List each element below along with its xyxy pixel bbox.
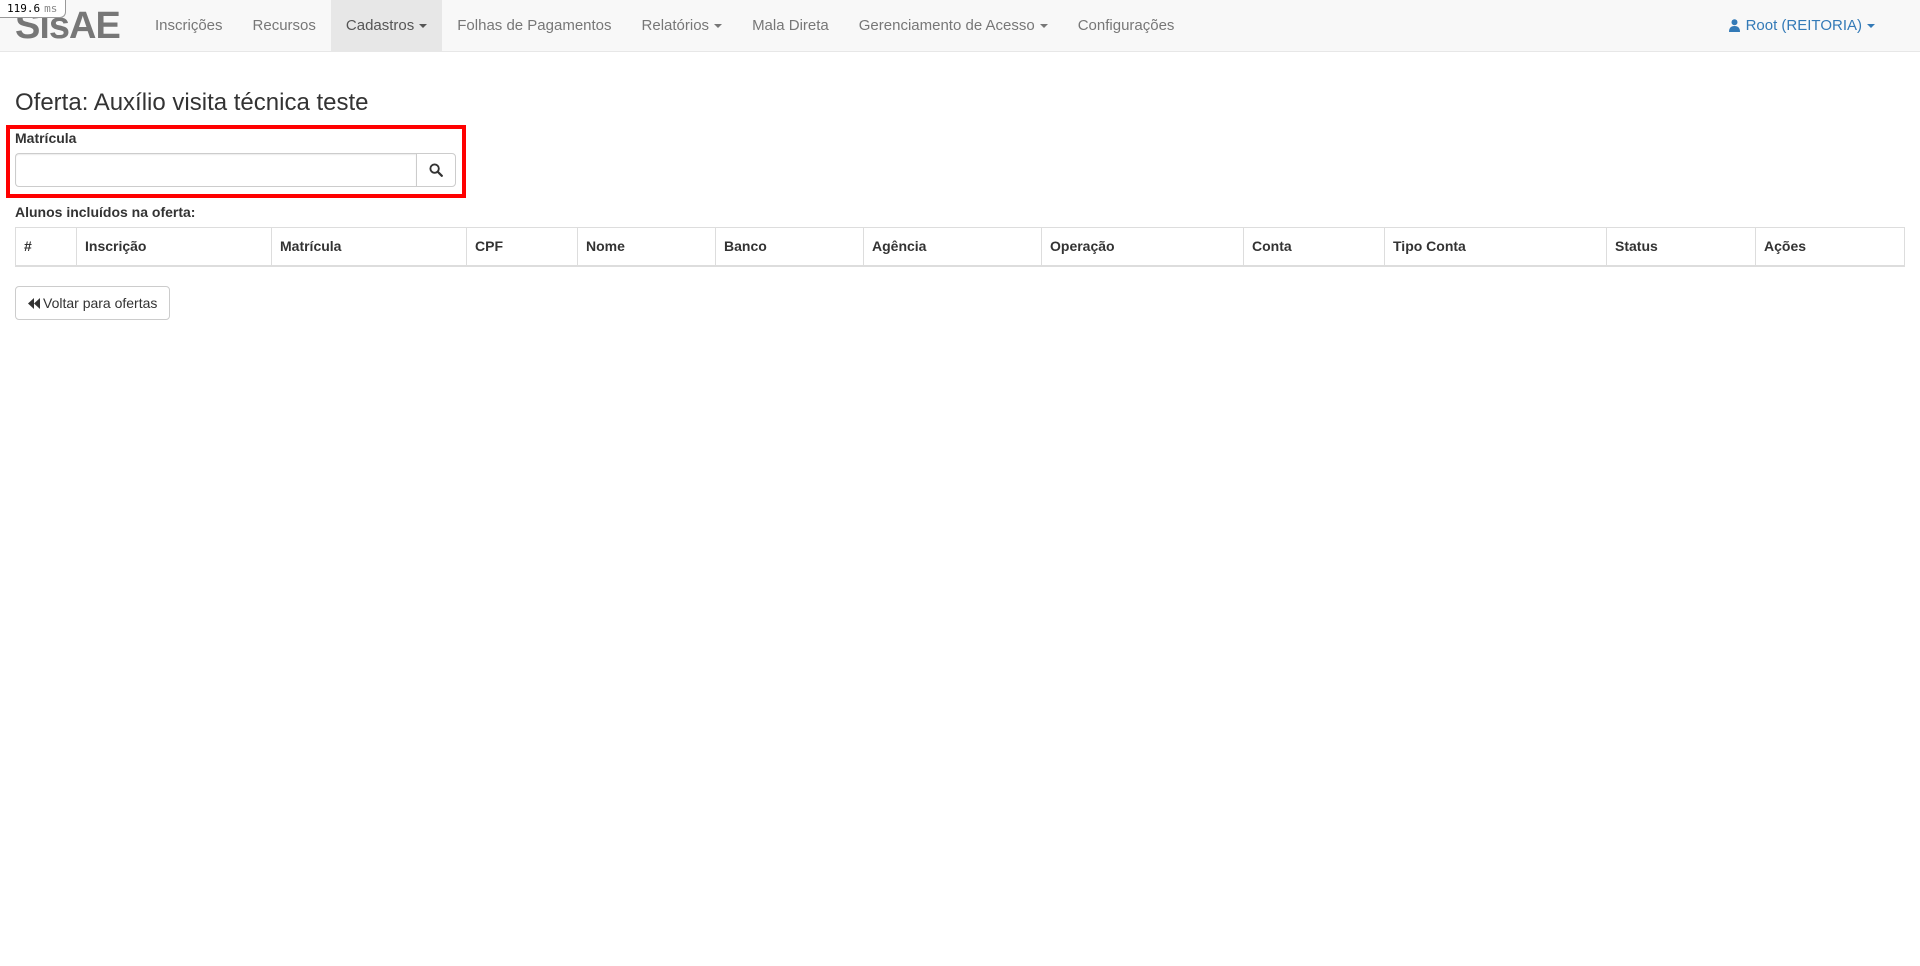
- nav-item-label: Gerenciamento de Acesso: [858, 17, 1035, 34]
- students-table: # Inscrição Matrícula CPF Nome Banco Agê…: [15, 227, 1905, 267]
- nav-item-inscricoes[interactable]: Inscrições: [140, 0, 238, 52]
- user-menu-label: Root (REITORIA): [1745, 17, 1862, 34]
- column-header-operacao[interactable]: Operação: [1041, 227, 1244, 267]
- nav-item-recursos[interactable]: Recursos: [238, 0, 331, 52]
- nav-item-mala-direta[interactable]: Mala Direta: [737, 0, 844, 52]
- table-caption: Alunos incluídos na oferta:: [15, 204, 196, 220]
- column-header-cpf[interactable]: CPF: [466, 227, 578, 267]
- column-header-status[interactable]: Status: [1606, 227, 1756, 267]
- column-header-matricula[interactable]: Matrícula: [271, 227, 467, 267]
- column-header-nome[interactable]: Nome: [577, 227, 716, 267]
- user-icon: [1728, 19, 1740, 32]
- search-button[interactable]: [416, 153, 456, 187]
- back-button-label: Voltar para ofertas: [43, 295, 158, 311]
- nav-item-label: Cadastros: [345, 17, 415, 34]
- nav-item-label: Relatórios: [641, 17, 710, 34]
- performance-unit: ms: [44, 2, 58, 15]
- column-header-number[interactable]: #: [15, 227, 77, 267]
- nav-item-label: Folhas de Pagamentos: [457, 17, 612, 34]
- main-nav: Inscrições Recursos Cadastros Folhas de …: [140, 0, 1189, 52]
- nav-item-label: Inscrições: [155, 17, 223, 34]
- nav-item-gerenciamento-de-acesso[interactable]: Gerenciamento de Acesso: [844, 0, 1063, 52]
- column-header-conta[interactable]: Conta: [1243, 227, 1385, 267]
- user-menu[interactable]: Root (REITORIA): [1728, 0, 1875, 52]
- performance-value: 119.6: [7, 2, 41, 15]
- nav-item-folhas-de-pagamentos[interactable]: Folhas de Pagamentos: [442, 0, 626, 52]
- column-header-agencia[interactable]: Agência: [863, 227, 1042, 267]
- page-title: Oferta: Auxílio visita técnica teste: [15, 89, 369, 116]
- column-header-inscricao[interactable]: Inscrição: [76, 227, 272, 267]
- nav-item-label: Recursos: [252, 17, 316, 34]
- matricula-input-group: [15, 153, 456, 187]
- caret-down-icon: [419, 24, 428, 29]
- caret-down-icon: [1039, 24, 1048, 29]
- matricula-input[interactable]: [15, 153, 416, 187]
- top-navbar: SisAE Inscrições Recursos Cadastros Folh…: [0, 0, 1920, 52]
- table-header-row: # Inscrição Matrícula CPF Nome Banco Agê…: [15, 227, 1905, 267]
- back-to-offers-button[interactable]: Voltar para ofertas: [15, 286, 171, 320]
- column-header-banco[interactable]: Banco: [715, 227, 864, 267]
- nav-item-configuracoes[interactable]: Configurações: [1063, 0, 1190, 52]
- caret-down-icon: [1867, 24, 1875, 29]
- search-icon: [429, 163, 443, 177]
- nav-item-label: Mala Direta: [752, 17, 829, 34]
- nav-item-label: Configurações: [1077, 17, 1175, 34]
- nav-item-cadastros[interactable]: Cadastros: [330, 0, 443, 52]
- column-header-tipo-conta[interactable]: Tipo Conta: [1384, 227, 1607, 267]
- caret-down-icon: [714, 24, 723, 29]
- column-header-acoes[interactable]: Ações: [1755, 227, 1905, 267]
- matricula-label: Matrícula: [15, 130, 77, 146]
- performance-badge: 119.6 ms: [0, 0, 67, 18]
- backward-icon: [28, 297, 40, 309]
- nav-item-relatorios[interactable]: Relatórios: [627, 0, 738, 52]
